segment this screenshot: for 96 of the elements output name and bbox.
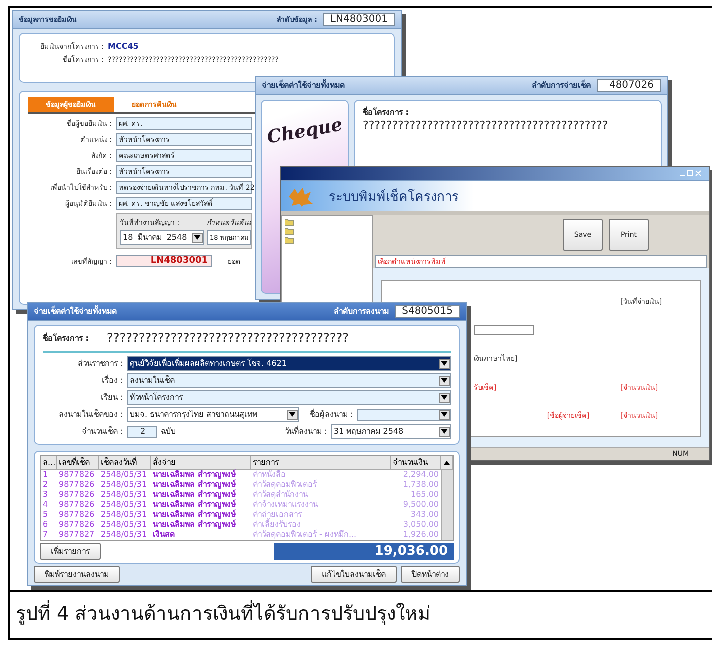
record-label: ลำดับการจ่ายเช็ค <box>532 79 591 92</box>
dropdown-arrow-icon[interactable] <box>194 235 201 240</box>
dropdown-arrow-icon[interactable] <box>441 361 448 366</box>
field-label: ลงนามในเช็คของ : <box>58 408 123 421</box>
field-label: ส่วนราชการ : <box>76 358 123 370</box>
dropdown-field[interactable]: หัวหน้าโครงการ <box>127 390 451 405</box>
dropdown-field[interactable]: ลงนามในเช็ค <box>127 373 451 388</box>
dropdown-arrow-icon[interactable] <box>441 378 448 383</box>
table-cell-text: ค่าวัสดุสำนักงาน <box>252 490 310 500</box>
dropdown-arrow-icon[interactable] <box>441 412 448 417</box>
table-cell-text: เงินสด <box>152 530 176 540</box>
field-label: ชื่อโครงการ : <box>43 332 90 344</box>
window-title: จ่ายเช็คค่าใช้จ่ายทั้งหมด <box>34 305 118 318</box>
table-cell-text: 2 <box>42 480 50 490</box>
dropdown-field[interactable]: 31 พฤษภาคม 2548 <box>331 424 451 439</box>
table-cell-text: 6 <box>42 520 50 530</box>
table-cell-text: 2548/05/31 <box>100 510 148 520</box>
table-cell-text: ค่าถ่ายเอกสาร <box>252 510 303 519</box>
project-name: ?????????????????????????????????????????? <box>363 119 608 132</box>
column-header[interactable]: สั่งจ่าย <box>151 456 251 470</box>
table-cell-text: 2,294.00 <box>402 470 440 480</box>
figure-caption: รูปที่ 4 ส่วนงานด้านการเงินที่ได้รับการปรับปรุงใหม่ <box>10 590 712 638</box>
table-cell-text: ค่าเลี้ยงรับรอง <box>252 520 302 530</box>
record-number-field[interactable]: S4805015 <box>395 305 460 318</box>
table-cell-text: 1,926.00 <box>402 530 440 540</box>
table-cell-text: 2548/05/31 <box>100 500 148 510</box>
table-cell-text: 9,500.00 <box>402 500 440 510</box>
dropdown-arrow-icon[interactable] <box>441 429 448 434</box>
up-arrow-icon <box>444 460 450 464</box>
dropdown-arrow-icon[interactable] <box>441 395 448 400</box>
table-cell-text: 9877827 <box>58 530 96 540</box>
table-cell-text: นายเฉลิมพล สำราญพงษ์ <box>152 480 237 490</box>
table-cell-text: 9877826 <box>58 500 96 510</box>
table-cell-text: 165.00 <box>410 490 440 500</box>
dropdown-field[interactable]: ศูนย์วิจัยเพื่อเพิ่มผลผลิตทางเกษตร โชจ. 4621 <box>127 356 451 371</box>
table-cell-text: 9877826 <box>58 480 96 490</box>
table-cell-text: 2548/05/31 <box>100 520 148 530</box>
dropdown-arrow-icon[interactable] <box>289 412 296 417</box>
table-cell-text: ค่าหนังสือ <box>252 470 287 480</box>
table-cell-text: ค่าวัสดุคอมพิวเตอร์ - ผงหมึก... <box>252 530 358 540</box>
table-cell-text: 4 <box>42 500 50 510</box>
field-label: เรียน : <box>100 392 123 404</box>
field-label: เรื่อง : <box>100 374 123 387</box>
table-cell-text: 2548/05/31 <box>100 490 148 500</box>
table-cell-text: นายเฉลิมพล สำราญพงษ์ <box>152 510 237 520</box>
column-header[interactable]: เลขที่เช็ค <box>57 456 99 470</box>
record-number-field[interactable]: 4807026 <box>597 79 661 92</box>
table-cell-text: นายเฉลิมพล สำราญพงษ์ <box>152 470 237 480</box>
column-header[interactable]: ล... <box>41 456 57 470</box>
table-cell-text: ค่าวัสดุคอมพิวเตอร์ <box>252 480 318 490</box>
record-label: ลำดับการลงนาม <box>334 306 390 318</box>
column-header[interactable]: จำนวนเงิน <box>391 456 441 470</box>
project-name: ?????????????????????????????????????? <box>107 331 350 345</box>
table-cell-text: 9877826 <box>58 490 96 500</box>
contract-number-field[interactable]: LN4803001 <box>116 255 212 267</box>
total-amount: 19,036.00 <box>274 543 454 560</box>
add-item-button[interactable]: เพิ่มรายการ <box>40 543 101 560</box>
unit-label: ฉบับ <box>161 426 177 438</box>
table-cell-text: 1,738.00 <box>402 480 440 490</box>
table-cell-text: 343.00 <box>410 510 440 520</box>
table-cell-text: 9877826 <box>58 470 96 480</box>
dropdown-field[interactable] <box>357 408 451 420</box>
field-label: วันที่ลงนาม : <box>284 425 327 438</box>
action-button[interactable]: ปิดหน้าต่าง <box>401 566 460 583</box>
table-cell-text: 9877826 <box>58 510 96 520</box>
scroll-up-button[interactable] <box>441 456 453 470</box>
table-cell-text: 7 <box>42 530 50 540</box>
table-cell-text: 2548/05/31 <box>100 530 148 540</box>
app-heading: ระบบพิมพ์เช็คโครงการ <box>329 188 459 206</box>
scrollbar[interactable] <box>441 470 453 540</box>
window-title: จ่ายเช็คค่าใช้จ่ายทั้งหมด <box>262 79 346 92</box>
cheque-logo: Cheque <box>264 114 346 150</box>
table-cell-text: 3 <box>42 490 50 500</box>
input-field[interactable]: 2 <box>127 426 157 438</box>
table-cell-text: นายเฉลิมพล สำราญพงษ์ <box>152 500 237 510</box>
table-cell-text: 1 <box>42 470 50 480</box>
project-code: MCC45 <box>108 42 139 51</box>
column-header[interactable]: รายการ <box>251 456 391 470</box>
dropdown-field[interactable]: บมจ. ธนาคารกรุงไทย สาขาถนนสุเทพ <box>127 407 299 422</box>
field-label: ชื่อโครงการ : <box>363 108 409 117</box>
action-button[interactable]: พิมพ์รายงานลงนาม <box>34 566 120 583</box>
date-dropdown[interactable]: 18 มีนาคม 2548 <box>120 230 204 245</box>
record-number-field[interactable]: LN4803001 <box>323 13 395 26</box>
table-cell-text: นายเฉลิมพล สำราญพงษ์ <box>152 490 237 500</box>
field-label: จำนวนเช็ค : <box>80 425 123 438</box>
table-cell-text: 2548/05/31 <box>100 470 148 480</box>
action-button[interactable]: แก้ไขใบลงนามเช็ค <box>311 566 397 583</box>
table-cell-text: 2548/05/31 <box>100 480 148 490</box>
table-cell-text: ค่าจ้างเหมาแรงงาน <box>252 500 320 510</box>
input-field <box>474 324 534 335</box>
table-cell-text: 3,050.00 <box>402 520 440 530</box>
table-cell-text: 9877826 <box>58 520 96 530</box>
column-header[interactable]: เช็คลงวันที่ <box>99 456 151 470</box>
table-cell-text: นายเฉลิมพล สำราญพงษ์ <box>152 520 237 530</box>
field-label: ชื่อผู้ลงนาม : <box>308 408 353 421</box>
table-cell-text: 5 <box>42 510 50 520</box>
